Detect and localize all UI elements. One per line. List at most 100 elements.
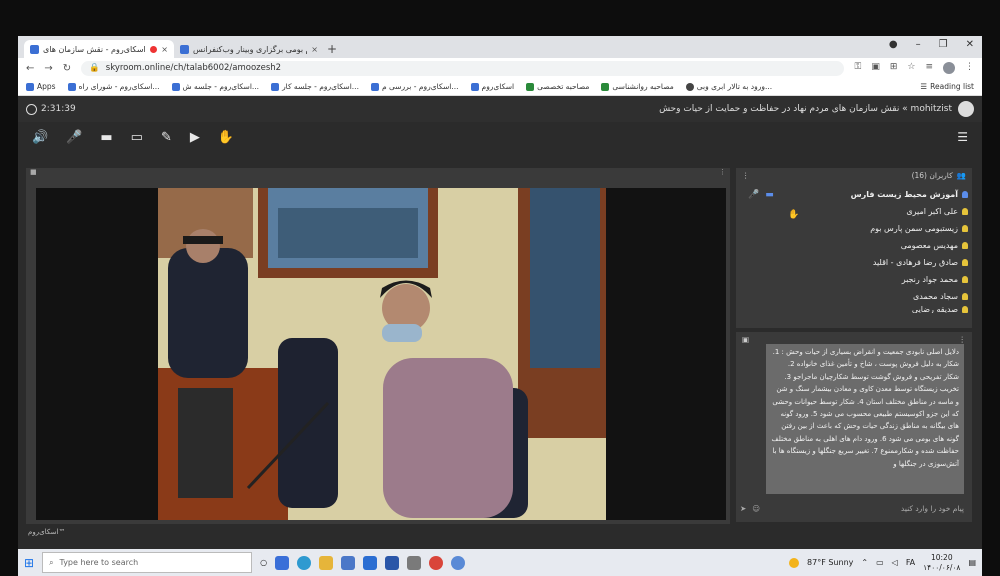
microphone-icon[interactable]: 🎤 <box>66 130 82 145</box>
back-icon[interactable]: ← <box>26 63 34 74</box>
video-options-icon[interactable]: ⋮ <box>719 168 726 178</box>
task-view-icon[interactable]: ○ <box>260 558 267 567</box>
send-icon[interactable]: ➤ <box>740 504 746 513</box>
lock-icon: 🔒 <box>89 63 100 73</box>
new-tab-button[interactable]: + <box>324 40 340 58</box>
list-item[interactable]: صادق رضا فرهادی - اقلید <box>740 254 968 271</box>
chat-input[interactable]: پیام خود را وارد کنید <box>766 504 968 513</box>
chat-options-icon[interactable]: ⋮ <box>959 335 967 344</box>
mail-icon[interactable] <box>363 555 378 570</box>
chrome-icon[interactable] <box>429 555 444 570</box>
panel-options-icon[interactable]: ⋮ <box>742 171 750 180</box>
user-name: صادق رضا فرهادی - اقلید <box>872 258 958 267</box>
bookmark-item[interactable]: اسکای‌روم - بررسی م... <box>370 82 459 91</box>
bookmarks-bar: Apps اسکای‌روم - شورای راه... اسکای‌روم … <box>18 78 982 96</box>
language-indicator[interactable]: FA <box>906 558 915 567</box>
bookmark-favicon-icon <box>171 82 180 91</box>
speaker-icon[interactable]: 🔊 <box>32 130 48 145</box>
bookmark-item[interactable]: اسکای‌روم - شورای راه... <box>67 82 160 91</box>
bookmark-label: Apps <box>37 82 56 91</box>
maximize-icon[interactable]: ❐ <box>939 39 948 50</box>
network-icon[interactable]: ▭ <box>876 558 884 567</box>
bookmark-favicon-icon <box>67 82 76 91</box>
list-item[interactable]: زیستبومی سمن پارس بوم <box>740 220 968 237</box>
notification-icon[interactable]: ▤ <box>968 558 976 567</box>
list-item[interactable]: محمد جواد رنجبر <box>740 271 968 288</box>
user-name: محمد جواد رنجبر <box>901 275 958 284</box>
clock-time: 10:20 <box>930 552 953 562</box>
weather-text[interactable]: 87°F Sunny <box>807 558 853 567</box>
bookmark-item[interactable]: ورود به تالار ابری وبی... <box>685 82 772 91</box>
key-icon[interactable]: ⚿ <box>854 62 861 74</box>
start-icon[interactable]: ⊞ <box>24 556 34 570</box>
room-toolbar: 🔊 🎤 ▬ ▭ ✎ ▶ ✋ ☰ <box>18 122 982 152</box>
brand-label: اسکای‌روم™ <box>28 528 66 536</box>
address-bar[interactable]: 🔒 skyroom.online/ch/talab6002/amoozesh2 <box>81 60 845 76</box>
user-name: مهدیس معصومی <box>900 241 958 250</box>
camera-icon[interactable]: ▣ <box>871 62 880 74</box>
avatar[interactable] <box>943 62 955 74</box>
tab-webinar-platform[interactable]: پلتفرم بومی برگزاری وبینار وب‌کنفرانس × <box>174 40 324 58</box>
webcam-icon[interactable]: ▬ <box>100 130 112 145</box>
video-panel: ■ ⋮ <box>26 168 730 524</box>
bookmark-item[interactable]: مصاحبه روانشناسی <box>601 82 674 91</box>
volume-icon[interactable]: ◁ <box>892 558 898 567</box>
store-icon[interactable] <box>341 555 356 570</box>
reload-icon[interactable]: ↻ <box>63 63 71 74</box>
bookmark-apps[interactable]: Apps <box>26 82 56 91</box>
taskbar-clock[interactable]: 10:20 ۱۴۰۰/۰۶/۰۸ <box>923 553 960 573</box>
recording-dot-icon <box>150 45 158 53</box>
tab-skyroom[interactable]: اسکای‌روم - نقش سازمان های ... × <box>24 40 174 58</box>
bookmark-item[interactable]: مصاحبه تخصصی <box>526 82 589 91</box>
elapsed-timer: 2:31:39 <box>26 103 76 115</box>
toolbar-extensions: ⚿ ▣ ⊞ ☆ ≡ ⋮ <box>854 62 974 74</box>
screen-share-icon[interactable]: ▭ <box>131 130 143 145</box>
reading-list[interactable]: ☰ Reading list <box>920 82 974 91</box>
user-icon <box>962 208 968 215</box>
list-item[interactable]: صدیقه رضایی <box>740 305 968 313</box>
widgets-icon[interactable] <box>275 555 290 570</box>
close-window-icon[interactable]: ✕ <box>966 39 974 50</box>
hamburger-menu-icon[interactable]: ☰ <box>957 130 968 144</box>
elapsed-time: 2:31:39 <box>41 104 76 114</box>
address-toolbar: ← → ↻ 🔒 skyroom.online/ch/talab6002/amoo… <box>18 58 982 78</box>
skyroom-app-icon[interactable] <box>451 555 466 570</box>
bookmark-favicon-icon <box>601 82 610 91</box>
account-icon[interactable] <box>958 101 974 117</box>
photos-icon[interactable] <box>407 555 422 570</box>
edge-icon[interactable] <box>297 555 312 570</box>
list-item[interactable]: سجاد محمدی <box>740 288 968 305</box>
media-player-icon[interactable]: ▶ <box>190 130 200 145</box>
more-menu-icon[interactable]: ⋮ <box>965 62 974 74</box>
reading-list-label: Reading list <box>930 82 974 91</box>
tab-close-icon[interactable]: × <box>161 45 168 54</box>
raise-hand-icon[interactable]: ✋ <box>218 130 234 145</box>
star-icon[interactable]: ☆ <box>907 62 915 74</box>
bookmark-favicon-icon <box>685 82 694 91</box>
file-explorer-icon[interactable] <box>319 555 334 570</box>
emoji-icon[interactable]: ☺ <box>752 504 760 513</box>
word-icon[interactable] <box>385 555 400 570</box>
profile-menu-icon[interactable]: ● <box>889 39 898 50</box>
tab-close-icon[interactable]: × <box>311 45 318 54</box>
minimize-icon[interactable]: – <box>916 39 921 50</box>
tray-chevron-icon[interactable]: ⌃ <box>861 558 868 567</box>
bookmark-item[interactable]: اسکای‌روم - جلسه ش... <box>171 82 259 91</box>
list-item[interactable]: مهدیس معصومی <box>740 237 968 254</box>
user-name: علی اکبر امیری <box>906 207 958 216</box>
users-group-icon: 👥 <box>956 170 966 180</box>
translate-icon[interactable]: ⊞ <box>890 62 898 74</box>
taskbar-search[interactable]: ⌕ Type here to search <box>42 552 253 573</box>
list-item[interactable]: آموزش محیط زیست فارس <box>740 186 968 203</box>
tab-label: پلتفرم بومی برگزاری وبینار وب‌کنفرانس <box>193 44 307 54</box>
users-count-title: کاربران (16) <box>911 170 953 180</box>
bookmark-item[interactable]: اسکای‌روم <box>470 82 514 91</box>
forward-icon[interactable]: → <box>44 63 52 74</box>
reading-mode-icon[interactable]: ≡ <box>925 62 933 74</box>
list-item[interactable]: علی اکبر امیری <box>740 203 968 220</box>
whiteboard-pen-icon[interactable]: ✎ <box>161 130 172 145</box>
weather-sun-icon <box>789 557 800 568</box>
chat-input-row: ➤ ☺ پیام خود را وارد کنید <box>740 500 968 516</box>
browser-tab-strip: اسکای‌روم - نقش سازمان های ... × پلتفرم … <box>18 36 982 58</box>
bookmark-item[interactable]: اسکای‌روم - جلسه کار... <box>271 82 359 91</box>
